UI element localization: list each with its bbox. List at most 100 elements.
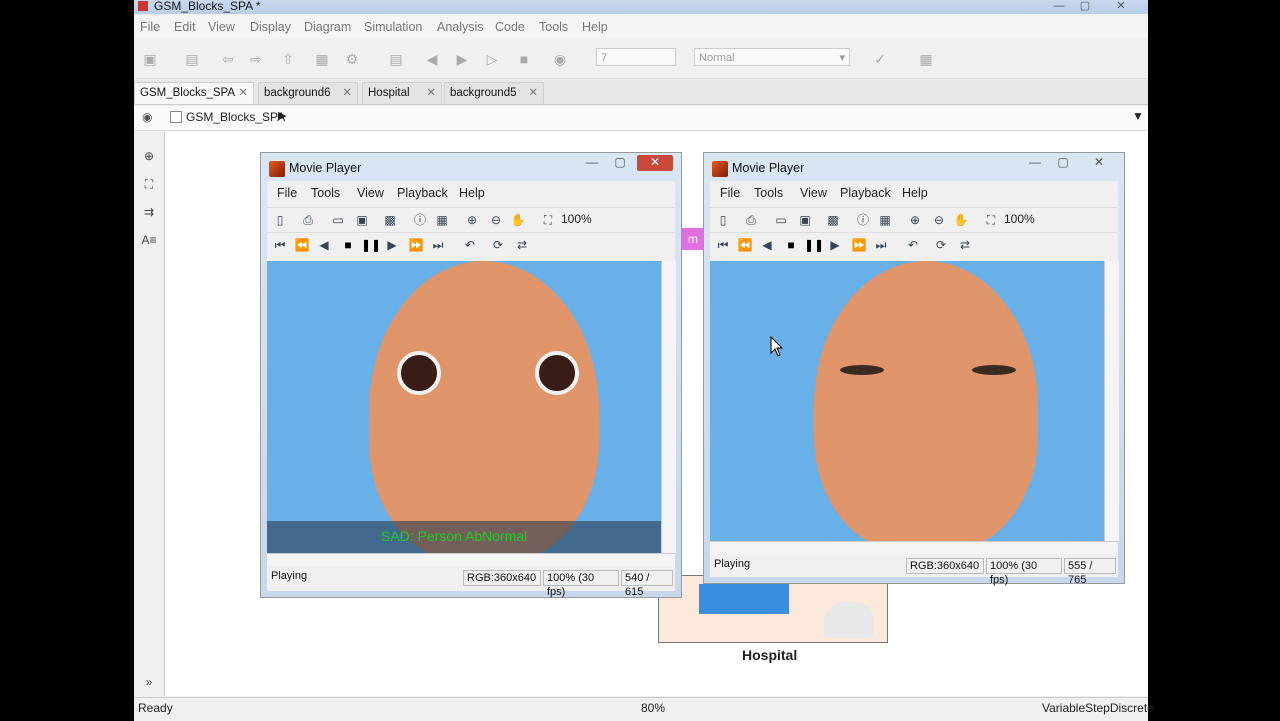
export-icon[interactable]: ▣ [796, 211, 814, 229]
minimize-icon[interactable]: — [1046, 0, 1072, 12]
vertical-scrollbar[interactable] [1104, 261, 1119, 541]
go-to-end-icon[interactable]: ⏭ [429, 236, 447, 254]
step-forward-icon[interactable]: ▶ [383, 236, 401, 254]
print-icon[interactable]: ⎙ [742, 211, 760, 229]
arrow-icon[interactable]: ⇉ [140, 205, 158, 221]
hide-browser-icon[interactable]: ◉ [142, 110, 152, 124]
step-forward-icon[interactable]: ▷ [480, 47, 504, 71]
player-menu-tools[interactable]: Tools [754, 186, 783, 200]
fast-forward-icon[interactable]: ⏩ [407, 236, 425, 254]
loop-icon[interactable]: ⟳ [489, 236, 507, 254]
tab-background5[interactable]: background5 ✕ [444, 82, 544, 104]
check-icon[interactable]: ✓ [868, 47, 892, 71]
fit-icon[interactable]: ⛶ [539, 211, 557, 229]
library-browser-icon[interactable]: ▦ [310, 47, 334, 71]
pause-icon[interactable]: ❚❚ [804, 236, 824, 254]
vertical-scrollbar[interactable] [661, 261, 676, 553]
rewind-icon[interactable]: ⏪ [736, 236, 754, 254]
menu-file[interactable]: File [140, 20, 160, 34]
close-icon[interactable]: ✕ [637, 155, 673, 171]
tab-background6[interactable]: background6 ✕ [258, 82, 358, 104]
open-icon[interactable]: ▭ [772, 211, 790, 229]
go-to-start-icon[interactable]: ⏮ [271, 236, 289, 254]
player-menu-help[interactable]: Help [902, 186, 928, 200]
close-tab-icon[interactable]: ✕ [238, 83, 248, 103]
menu-code[interactable]: Code [495, 20, 525, 34]
fit-icon[interactable]: ⛶ [982, 211, 1000, 229]
player-zoom[interactable]: 100% [561, 212, 592, 226]
step-back-icon[interactable]: ◀ [758, 236, 776, 254]
player-zoom[interactable]: 100% [1004, 212, 1035, 226]
zoom-out-icon[interactable]: ⊖ [487, 211, 505, 229]
chevron-down-icon[interactable]: ▼ [1132, 109, 1144, 123]
zoom-icon[interactable]: ⊕ [140, 149, 158, 165]
pause-icon[interactable]: ❚❚ [361, 236, 381, 254]
breadcrumb-arrow-icon[interactable]: ▶ [278, 109, 286, 122]
menu-tools[interactable]: Tools [539, 20, 568, 34]
new-icon[interactable]: ▯ [271, 211, 289, 229]
new-icon[interactable]: ▯ [714, 211, 732, 229]
menu-simulation[interactable]: Simulation [364, 20, 422, 34]
player-menu-tools[interactable]: Tools [311, 186, 340, 200]
pan-icon[interactable]: ✋ [952, 211, 970, 229]
maximize-icon[interactable]: ▢ [607, 155, 633, 171]
up-icon[interactable]: ⇧ [276, 47, 300, 71]
jump-to-icon[interactable]: ↶ [904, 236, 922, 254]
close-icon[interactable]: ✕ [1086, 155, 1112, 171]
stop-time-field[interactable]: 7 [596, 48, 676, 66]
horizontal-scrollbar[interactable] [710, 541, 1118, 554]
menu-diagram[interactable]: Diagram [304, 20, 351, 34]
forward-icon[interactable]: ⇨ [244, 47, 268, 71]
minimize-icon[interactable]: — [579, 155, 605, 171]
model-explorer-icon[interactable]: ▤ [384, 47, 408, 71]
breadcrumb[interactable]: GSM_Blocks_SPA [186, 110, 285, 124]
info-icon[interactable]: ⓘ [854, 211, 872, 229]
tab-gsm-blocks-spa[interactable]: GSM_Blocks_SPA ✕ [134, 82, 254, 104]
rewind-icon[interactable]: ⏪ [293, 236, 311, 254]
save-icon[interactable]: ▤ [180, 47, 204, 71]
record-icon[interactable]: ◉ [548, 47, 572, 71]
info-icon[interactable]: ⓘ [411, 211, 429, 229]
zoom-in-icon[interactable]: ⊕ [463, 211, 481, 229]
minimize-icon[interactable]: — [1022, 155, 1048, 171]
zoom-in-icon[interactable]: ⊕ [906, 211, 924, 229]
autoreverse-icon[interactable]: ⇄ [956, 236, 974, 254]
horizontal-scrollbar[interactable] [267, 553, 675, 566]
player-menu-view[interactable]: View [357, 186, 384, 200]
autoreverse-icon[interactable]: ⇄ [513, 236, 531, 254]
menu-view[interactable]: View [208, 20, 235, 34]
player-menu-file[interactable]: File [720, 186, 740, 200]
export-icon[interactable]: ▣ [353, 211, 371, 229]
new-model-icon[interactable]: ▣ [138, 47, 162, 71]
player-menu-file[interactable]: File [277, 186, 297, 200]
go-to-end-icon[interactable]: ⏭ [872, 236, 890, 254]
sim-mode-select[interactable]: Normal ▾ [694, 48, 850, 66]
print-icon[interactable]: ⎙ [299, 211, 317, 229]
loop-icon[interactable]: ⟳ [932, 236, 950, 254]
fit-view-icon[interactable]: ⛶ [140, 177, 158, 193]
back-icon[interactable]: ⇦ [216, 47, 240, 71]
player-menu-playback[interactable]: Playback [397, 186, 448, 200]
zoom-out-icon[interactable]: ⊖ [930, 211, 948, 229]
model-config-icon[interactable]: ⚙ [340, 47, 364, 71]
menu-display[interactable]: Display [250, 20, 291, 34]
go-to-start-icon[interactable]: ⏮ [714, 236, 732, 254]
fast-forward-icon[interactable]: ⏩ [850, 236, 868, 254]
expand-icon[interactable]: » [140, 675, 158, 691]
close-icon[interactable]: ✕ [1108, 0, 1134, 12]
step-back-icon[interactable]: ◀ [420, 47, 444, 71]
menu-help[interactable]: Help [582, 20, 608, 34]
maximize-icon[interactable]: ▢ [1050, 155, 1076, 171]
player-menu-help[interactable]: Help [459, 186, 485, 200]
menu-analysis[interactable]: Analysis [437, 20, 484, 34]
snapshot-icon[interactable]: ▩ [381, 211, 399, 229]
stop-icon[interactable]: ■ [339, 236, 357, 254]
step-forward-icon[interactable]: ▶ [826, 236, 844, 254]
player-menu-playback[interactable]: Playback [840, 186, 891, 200]
hospital-block[interactable] [658, 575, 888, 643]
close-tab-icon[interactable]: ✕ [528, 83, 538, 103]
tab-hospital[interactable]: Hospital ✕ [362, 82, 442, 104]
run-icon[interactable]: ▶ [450, 47, 474, 71]
close-tab-icon[interactable]: ✕ [426, 83, 436, 103]
annotation-icon[interactable]: A≡ [140, 233, 158, 249]
